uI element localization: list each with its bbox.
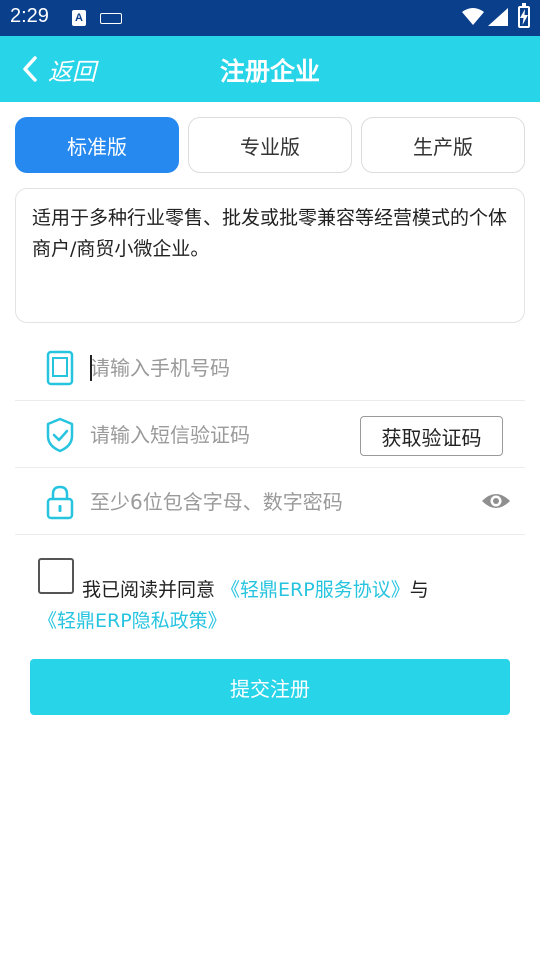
tab-professional[interactable]: 专业版 xyxy=(188,117,352,173)
privacy-policy-link[interactable]: 《轻鼎ERP隐私政策》 xyxy=(38,610,227,632)
edition-description: 适用于多种行业零售、批发或批零兼容等经营模式的个体商户/商贸小微企业。 xyxy=(15,188,525,323)
get-code-button[interactable]: 获取验证码 xyxy=(360,416,503,456)
text-caret xyxy=(90,355,92,381)
phone-input[interactable] xyxy=(90,349,350,387)
password-input[interactable] xyxy=(90,483,450,521)
service-agreement-link[interactable]: 《轻鼎ERP服务协议》 xyxy=(221,579,410,601)
agreement-prefix: 我已阅读并同意 xyxy=(82,579,222,601)
app-bar: 返回 注册企业 xyxy=(0,36,540,102)
submit-button[interactable]: 提交注册 xyxy=(30,659,510,715)
phone-icon xyxy=(46,350,74,386)
agreement-joiner: 与 xyxy=(409,579,429,601)
keyboard-icon xyxy=(100,13,122,24)
lock-icon xyxy=(46,485,74,520)
app-notification-icon: A xyxy=(72,10,86,26)
shield-check-icon xyxy=(46,417,74,453)
agree-checkbox[interactable] xyxy=(38,558,74,594)
edition-tabs: 标准版 专业版 生产版 xyxy=(15,117,525,173)
agreement-line-1: 我已阅读并同意 《轻鼎ERP服务协议》与 xyxy=(82,575,429,602)
page-title: 注册企业 xyxy=(219,57,320,86)
eye-icon[interactable] xyxy=(481,489,511,513)
cell-signal-icon xyxy=(488,8,508,26)
password-row xyxy=(15,469,525,535)
status-bar: 2:29 A xyxy=(0,0,540,36)
tab-standard[interactable]: 标准版 xyxy=(15,117,179,173)
phone-row xyxy=(15,335,525,401)
sms-code-input[interactable] xyxy=(90,416,350,454)
wifi-icon xyxy=(462,8,484,25)
agreement-line-2: 《轻鼎ERP隐私政策》 xyxy=(38,606,227,633)
battery-icon xyxy=(518,3,530,28)
tab-production[interactable]: 生产版 xyxy=(361,117,525,173)
status-time: 2:29 xyxy=(10,5,49,27)
sms-code-row: 获取验证码 xyxy=(15,402,525,468)
